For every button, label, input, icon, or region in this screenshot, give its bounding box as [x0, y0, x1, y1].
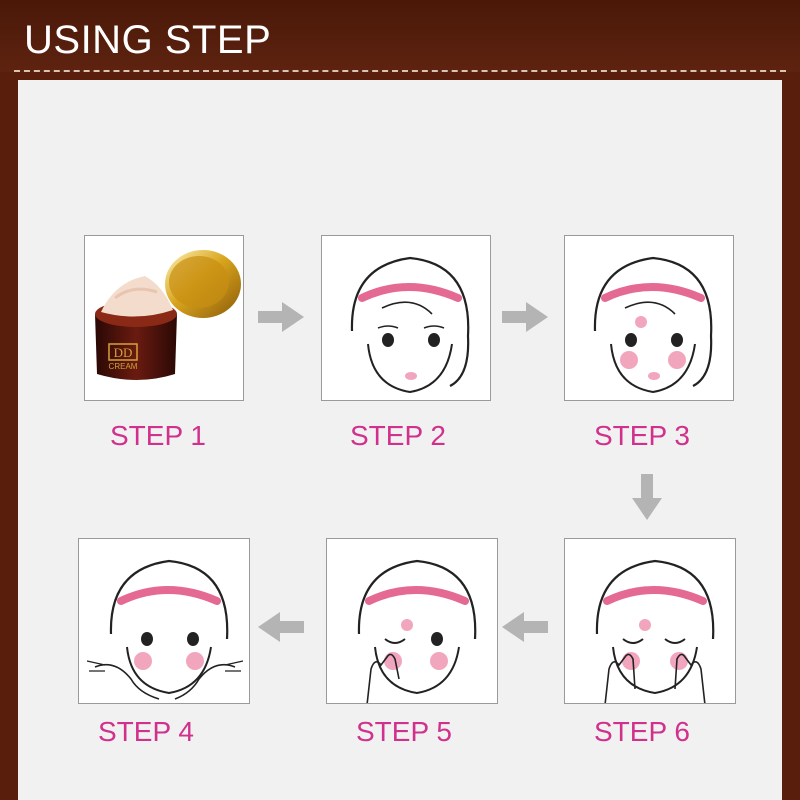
arrow-right-icon: [258, 302, 304, 332]
page-frame: USING STEP DD CREAM STEP 1 STEP 2 STEP 3…: [0, 0, 800, 800]
title-divider: [14, 70, 786, 72]
face-pat-cheek-icon: [357, 559, 477, 703]
step-1-image: DD CREAM: [84, 235, 244, 401]
page-title: USING STEP: [24, 18, 272, 62]
arrow-left-icon: [258, 612, 304, 642]
step-2-image: [321, 235, 491, 401]
arrow-right-icon: [502, 302, 548, 332]
face-dotted-cream-icon: [593, 256, 713, 394]
arrow-left-icon: [502, 612, 548, 642]
step-2-label: STEP 2: [350, 420, 446, 451]
step-4-image: [78, 538, 250, 704]
cream-jar-icon: DD CREAM: [95, 250, 241, 380]
face-spread-hands-icon: [86, 559, 244, 700]
step-4-label: STEP 4: [98, 716, 194, 747]
face-press-hands-icon: [595, 559, 715, 703]
step-5-label: STEP 5: [356, 716, 452, 747]
step-3-label: STEP 3: [594, 420, 690, 451]
step-1-label: STEP 1: [110, 420, 206, 451]
steps-panel: DD CREAM STEP 1 STEP 2 STEP 3 STEP 4 STE…: [18, 80, 782, 800]
arrow-down-icon: [632, 474, 662, 520]
jar-label: DD: [114, 345, 133, 360]
face-clean-icon: [350, 256, 470, 394]
header-band: USING STEP: [0, 0, 800, 72]
step-6-image: [564, 538, 736, 704]
step-5-image: [326, 538, 498, 704]
jar-sublabel: CREAM: [109, 362, 138, 371]
step-3-image: [564, 235, 734, 401]
step-6-label: STEP 6: [594, 716, 690, 747]
